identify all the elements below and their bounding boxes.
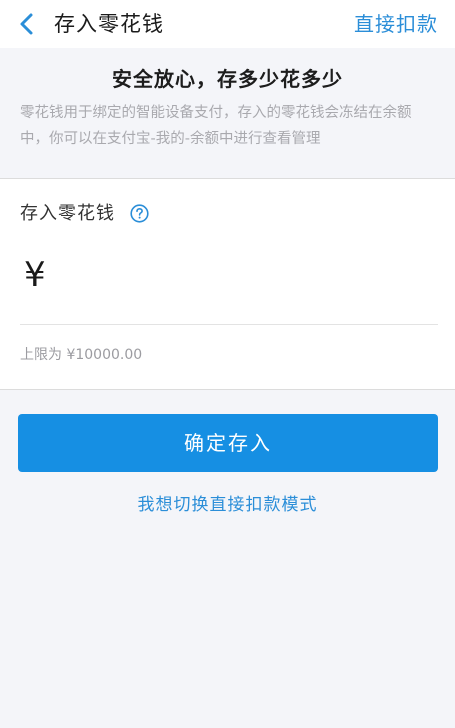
amount-divider <box>20 324 438 325</box>
direct-debit-link[interactable]: 直接扣款 <box>354 9 438 39</box>
confirm-deposit-button[interactable]: 确定存入 <box>18 414 438 472</box>
notice-description: 零花钱用于绑定的智能设备支付，存入的零花钱会冻结在余额中，你可以在支付宝-我的-… <box>20 105 412 147</box>
switch-mode-link[interactable]: 我想切换直接扣款模式 <box>0 492 455 518</box>
top-nav-bar: 存入零花钱 直接扣款 <box>0 0 455 48</box>
security-notice: 安全放心，存多少花多少 零花钱用于绑定的智能设备支付，存入的零花钱会冻结在余额中… <box>0 56 455 176</box>
back-chevron-icon[interactable] <box>14 9 40 39</box>
notice-title: 安全放心，存多少花多少 <box>112 67 343 91</box>
amount-input[interactable] <box>62 255 432 295</box>
help-question-icon[interactable] <box>130 204 149 223</box>
page-title: 存入零花钱 <box>54 12 164 36</box>
deposit-amount-card: 存入零花钱 ¥ 上限为 ¥10000.00 <box>0 178 455 390</box>
deposit-amount-label: 存入零花钱 <box>20 203 115 224</box>
deposit-limit-text: 上限为 ¥10000.00 <box>20 347 143 363</box>
currency-symbol: ¥ <box>24 255 46 295</box>
